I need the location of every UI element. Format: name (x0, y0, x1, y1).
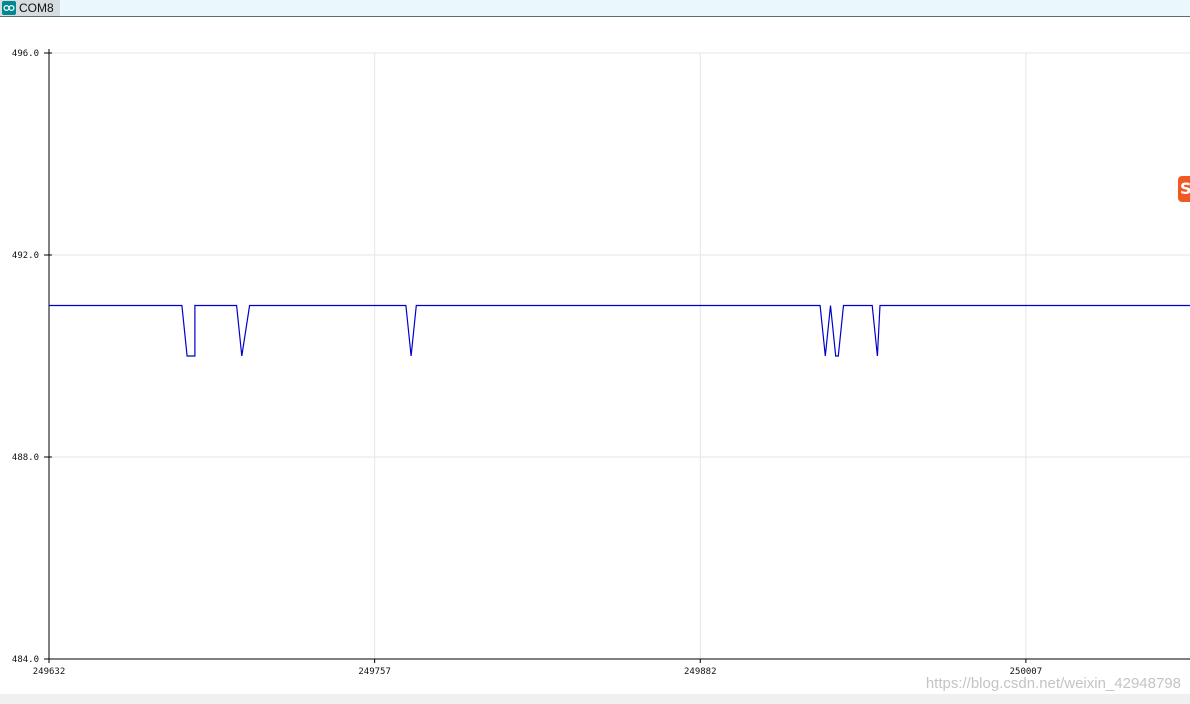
y-tick-label: 496.0 (12, 49, 39, 59)
serial-plotter-area: 484.0 488.0 492.0 496.0 249632 249757 249882 25… (0, 18, 1190, 694)
y-tick-label: 484.0 (12, 655, 39, 665)
arduino-logo-icon (2, 1, 16, 15)
bottom-strip (0, 694, 1190, 704)
window-tab[interactable]: COM8 (0, 0, 60, 16)
window-title-bar: COM8 (0, 0, 1190, 17)
y-tick-label: 488.0 (12, 453, 39, 463)
y-tick-label: 492.0 (12, 251, 39, 261)
csdn-logo-icon[interactable]: S (1178, 176, 1190, 202)
window-title: COM8 (19, 1, 54, 15)
line-chart: 484.0488.0492.0496.0249632 249757 249882 25… (12, 49, 1190, 677)
series-line (49, 304, 1190, 357)
watermark-text: https://blog.csdn.net/weixin_42948798 (925, 675, 1181, 692)
